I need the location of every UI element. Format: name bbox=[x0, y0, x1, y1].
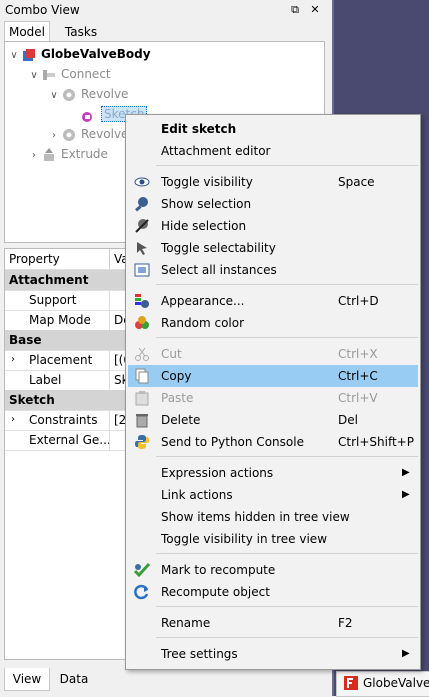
tree-item-globevalvebody[interactable]: ∨ GlobeValveBody bbox=[7, 44, 150, 66]
context-menu: Edit sketch Attachment editor Toggle vis… bbox=[125, 114, 421, 670]
document-tab[interactable]: GlobeValveBody bbox=[336, 671, 429, 697]
close-icon[interactable]: ✕ bbox=[308, 3, 322, 17]
menu-show-selection[interactable]: Show selection bbox=[128, 193, 418, 215]
menu-toggle-visibility-in-tree[interactable]: Toggle visibility in tree view bbox=[128, 528, 418, 550]
eye-icon bbox=[134, 177, 150, 187]
menu-separator bbox=[156, 337, 418, 338]
color-icon bbox=[135, 316, 149, 329]
select-all-icon bbox=[134, 263, 150, 277]
menu-hide-selection[interactable]: Hide selection bbox=[128, 215, 418, 237]
connect-icon bbox=[43, 69, 55, 80]
freecad-icon bbox=[344, 676, 358, 690]
combo-view-titlebar: Combo View ⧉ ✕ bbox=[0, 0, 332, 20]
tree-item-connect[interactable]: ∨ Connect bbox=[27, 64, 110, 86]
submenu-arrow-icon: ▶ bbox=[402, 489, 410, 500]
bottom-tabs: View Data bbox=[0, 668, 332, 692]
python-icon bbox=[135, 435, 149, 449]
expanded-arrow-icon[interactable]: ∨ bbox=[7, 46, 21, 66]
menu-separator bbox=[156, 284, 418, 285]
tab-model[interactable]: Model bbox=[4, 21, 50, 43]
mark-recompute-icon bbox=[134, 562, 150, 578]
menu-delete[interactable]: Delete Del bbox=[128, 409, 418, 431]
tab-tasks[interactable]: Tasks bbox=[56, 23, 106, 41]
menu-copy[interactable]: Copy Ctrl+C bbox=[128, 365, 418, 387]
menu-appearance[interactable]: Appearance... Ctrl+D bbox=[128, 290, 418, 312]
tree-item-revolve-2[interactable]: › Revolve bbox=[47, 124, 128, 144]
menu-show-hidden-items[interactable]: Show items hidden in tree view bbox=[128, 506, 418, 528]
menu-tree-settings[interactable]: Tree settings ▶ bbox=[128, 643, 418, 665]
collapsed-arrow-icon[interactable]: › bbox=[11, 350, 15, 370]
scissors-icon bbox=[135, 347, 149, 361]
expanded-arrow-icon[interactable]: ∨ bbox=[27, 66, 41, 86]
revolve-icon bbox=[63, 88, 75, 101]
menu-random-color[interactable]: Random color bbox=[128, 312, 418, 334]
menu-edit-sketch[interactable]: Edit sketch bbox=[128, 118, 418, 140]
hide-icon bbox=[135, 219, 149, 233]
collapsed-arrow-icon[interactable]: › bbox=[47, 126, 61, 146]
menu-attachment-editor[interactable]: Attachment editor bbox=[128, 140, 418, 162]
menu-mark-to-recompute[interactable]: Mark to recompute bbox=[128, 559, 418, 581]
sketch-icon bbox=[82, 111, 92, 122]
paste-icon bbox=[135, 391, 149, 406]
revolve-icon bbox=[63, 128, 75, 141]
recompute-icon bbox=[134, 584, 149, 600]
menu-toggle-visibility[interactable]: Toggle visibility Space bbox=[128, 171, 418, 193]
appearance-icon bbox=[135, 294, 149, 308]
menu-recompute-object[interactable]: Recompute object bbox=[128, 581, 418, 603]
menu-paste[interactable]: Paste Ctrl+V bbox=[128, 387, 418, 409]
menu-toggle-selectability[interactable]: Toggle selectability bbox=[128, 237, 418, 259]
tree-item-extrude[interactable]: › Extrude bbox=[27, 144, 108, 164]
menu-send-to-python-console[interactable]: Send to Python Console Ctrl+Shift+P bbox=[128, 431, 418, 453]
expanded-arrow-icon[interactable]: ∨ bbox=[47, 86, 61, 106]
float-icon[interactable]: ⧉ bbox=[288, 3, 302, 17]
menu-separator bbox=[156, 637, 418, 638]
menu-expression-actions[interactable]: Expression actions ▶ bbox=[128, 462, 418, 484]
top-tabs: Model Tasks bbox=[0, 21, 332, 43]
copy-icon bbox=[135, 368, 149, 384]
tab-data[interactable]: Data bbox=[54, 668, 94, 690]
menu-separator bbox=[156, 553, 418, 554]
tree-item-revolve[interactable]: ∨ Revolve bbox=[47, 84, 128, 104]
menu-cut[interactable]: Cut Ctrl+X bbox=[128, 343, 418, 365]
body-icon bbox=[23, 48, 35, 61]
magnifier-icon bbox=[135, 197, 148, 212]
collapsed-arrow-icon[interactable]: › bbox=[27, 146, 41, 166]
menu-separator bbox=[156, 456, 418, 457]
submenu-arrow-icon: ▶ bbox=[402, 467, 410, 478]
cursor-icon bbox=[137, 242, 147, 255]
tab-view[interactable]: View bbox=[4, 668, 50, 691]
menu-separator bbox=[156, 165, 418, 166]
menu-select-all-instances[interactable]: Select all instances bbox=[128, 259, 418, 281]
extrude-icon bbox=[44, 147, 54, 161]
combo-view-title: Combo View bbox=[5, 3, 80, 17]
menu-separator bbox=[156, 606, 418, 607]
collapsed-arrow-icon[interactable]: › bbox=[11, 410, 15, 430]
menu-rename[interactable]: Rename F2 bbox=[128, 612, 418, 634]
menu-link-actions[interactable]: Link actions ▶ bbox=[128, 484, 418, 506]
delete-icon bbox=[136, 414, 148, 428]
submenu-arrow-icon: ▶ bbox=[402, 648, 410, 659]
